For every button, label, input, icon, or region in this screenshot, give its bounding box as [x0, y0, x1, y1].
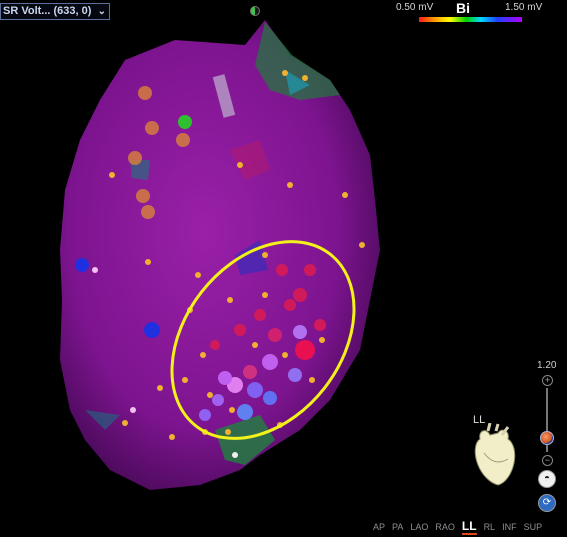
point [145, 121, 159, 135]
view-rl-button[interactable]: RL [484, 522, 496, 532]
point [359, 242, 365, 248]
point [232, 452, 238, 458]
point [282, 352, 288, 358]
map-select-label: SR Volt... (633, 0) [3, 5, 92, 17]
point [247, 382, 263, 398]
zoom-out-button[interactable]: − [542, 455, 553, 466]
view-selector: AP PA LAO RAO LL RL INF SUP [373, 519, 549, 535]
point [176, 133, 190, 147]
point [227, 297, 233, 303]
point [268, 328, 282, 342]
point [243, 365, 257, 379]
view-lao-button[interactable]: LAO [410, 522, 428, 532]
point [157, 385, 163, 391]
point [109, 172, 115, 178]
point [276, 264, 288, 276]
view-rao-button[interactable]: RAO [435, 522, 455, 532]
point [342, 192, 348, 198]
zoom-slider-thumb[interactable] [540, 431, 554, 445]
point [254, 309, 266, 321]
point [319, 337, 325, 343]
point [128, 151, 142, 165]
point [287, 182, 293, 188]
point [284, 299, 296, 311]
view-sup-button[interactable]: SUP [524, 522, 543, 532]
view-ap-button[interactable]: AP [373, 522, 385, 532]
point [262, 252, 268, 258]
point [293, 288, 307, 302]
rotate-icon[interactable]: ⟳ [538, 494, 556, 512]
point [262, 292, 268, 298]
point [138, 86, 152, 100]
view-inf-button[interactable]: INF [502, 522, 517, 532]
point [282, 70, 288, 76]
point [212, 394, 224, 406]
point [145, 259, 151, 265]
point [178, 115, 192, 129]
point [293, 325, 307, 339]
view-ll-button[interactable]: LL [461, 519, 477, 535]
point [136, 189, 150, 203]
point [288, 368, 302, 382]
point [122, 420, 128, 426]
point [210, 340, 220, 350]
point [200, 352, 206, 358]
view-pa-button[interactable]: PA [392, 522, 403, 532]
zoom-in-button[interactable]: + [542, 375, 553, 386]
point [262, 354, 278, 370]
zoom-value: 1.20 [537, 360, 557, 371]
scale-min-label: 0.50 mV [396, 2, 434, 13]
eye-icon[interactable]: ◓ [538, 470, 556, 488]
point [237, 404, 253, 420]
point [237, 162, 243, 168]
map-select-dropdown[interactable]: SR Volt... (633, 0) ⌄ [0, 3, 110, 20]
point [75, 258, 89, 272]
point [263, 391, 277, 405]
point [199, 409, 211, 421]
point [92, 267, 98, 273]
point [144, 322, 160, 338]
point [130, 407, 136, 413]
chevron-down-icon: ⌄ [97, 6, 106, 17]
point [218, 371, 232, 385]
point [207, 392, 213, 398]
point [304, 264, 316, 276]
point [195, 272, 201, 278]
color-scale-bar[interactable] [419, 17, 522, 22]
point [309, 377, 315, 383]
point [169, 434, 175, 440]
point [295, 340, 315, 360]
point [182, 377, 188, 383]
point [225, 429, 231, 435]
point [234, 324, 246, 336]
point [314, 319, 326, 331]
point [252, 342, 258, 348]
orientation-indicator-icon[interactable] [250, 6, 260, 16]
scale-mode-label[interactable]: Bi [456, 0, 470, 16]
point [141, 205, 155, 219]
scale-max-label: 1.50 mV [505, 2, 543, 13]
point [229, 407, 235, 413]
point [302, 75, 308, 81]
heart-orientation-icon[interactable] [468, 423, 522, 489]
